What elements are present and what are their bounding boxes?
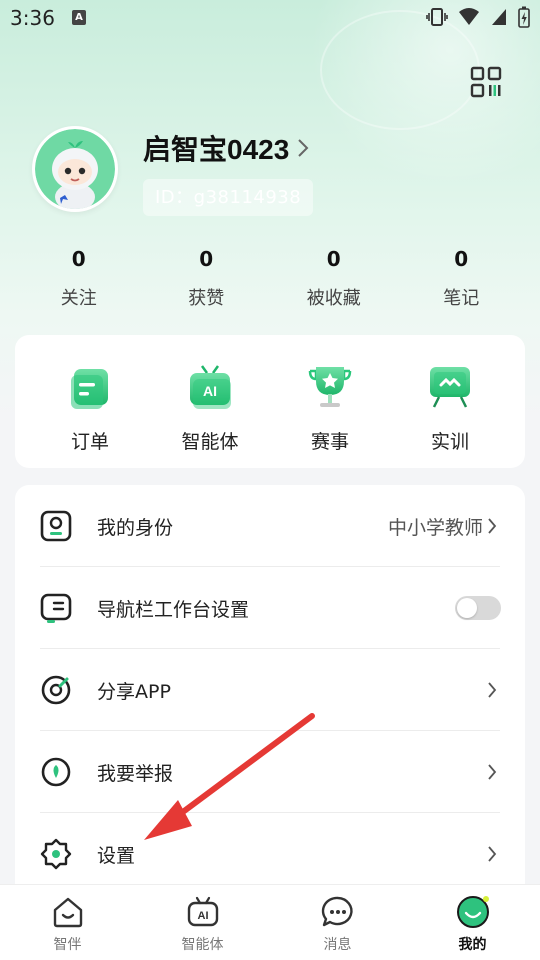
- status-bar: 3:36 A: [0, 0, 540, 36]
- identity-value: 中小学教师: [387, 516, 483, 539]
- qr-code-icon: [470, 66, 502, 98]
- stat-value: 0: [199, 247, 214, 271]
- stat-value: 0: [71, 247, 86, 271]
- stat-favorited[interactable]: 0 被收藏: [270, 244, 398, 310]
- tab-label: 消息: [323, 937, 352, 953]
- user-id-badge[interactable]: ID：g38114938: [143, 179, 314, 216]
- chevron-right-icon: [298, 139, 309, 157]
- stat-value: 0: [454, 247, 469, 271]
- tab-label: 智伴: [53, 937, 82, 953]
- home-smile-icon: [53, 897, 82, 928]
- menu-item-label: 设置: [97, 844, 136, 867]
- training-board-icon: [430, 367, 470, 408]
- order-icon: [71, 369, 108, 409]
- quick-action-label: 实训: [430, 431, 469, 453]
- stat-value: 0: [326, 247, 341, 271]
- bottom-tab-bar: 智伴 AI 智能体 消息 我的: [0, 884, 540, 960]
- battery-icon: [518, 6, 530, 28]
- id-card-icon: [40, 510, 72, 542]
- quick-action-training[interactable]: 实训: [390, 335, 510, 468]
- stat-likes[interactable]: 0 获赞: [143, 244, 271, 310]
- username: 启智宝0423: [143, 134, 290, 165]
- avatar[interactable]: [32, 126, 118, 212]
- wifi-icon: [459, 8, 479, 25]
- menu-item-label: 导航栏工作台设置: [97, 598, 250, 621]
- svg-text:AI: AI: [197, 910, 208, 922]
- tab-label: 智能体: [181, 937, 224, 953]
- notification-icon: A: [72, 10, 86, 25]
- menu-item-identity[interactable]: 我的身份 中小学教师: [15, 485, 525, 567]
- status-time: 3:36: [10, 6, 55, 30]
- chevron-right-icon: [488, 764, 497, 780]
- quick-actions-card: 订单 AI 智能体 赛事 实训: [15, 335, 525, 468]
- stat-label: 笔记: [443, 288, 480, 309]
- gear-icon: [40, 838, 72, 870]
- stat-following[interactable]: 0 关注: [15, 244, 143, 310]
- stat-notes[interactable]: 0 笔记: [398, 244, 526, 310]
- signal-icon: [492, 9, 506, 25]
- svg-text:AI: AI: [203, 383, 217, 399]
- menu-item-settings[interactable]: 设置: [15, 813, 525, 895]
- menu-item-share-app[interactable]: 分享APP: [15, 649, 525, 731]
- robot-mascot-avatar-icon: [35, 129, 115, 209]
- settings-menu-card: 我的身份 中小学教师 导航栏工作台设置 分享APP 我要举报 设置: [15, 485, 525, 905]
- tab-ai-agent[interactable]: AI 智能体: [135, 885, 270, 960]
- tab-messages[interactable]: 消息: [270, 885, 405, 960]
- quick-action-orders[interactable]: 订单: [30, 335, 150, 468]
- menu-item-label: 分享APP: [97, 680, 171, 703]
- toggle-knob: [457, 598, 477, 618]
- quick-action-competitions[interactable]: 赛事: [270, 335, 390, 468]
- menu-item-report[interactable]: 我要举报: [15, 731, 525, 813]
- nav-settings-toggle[interactable]: [455, 596, 501, 620]
- username-row[interactable]: 启智宝0423: [143, 128, 309, 168]
- chevron-right-icon: [488, 846, 497, 862]
- ai-robot-icon: AI: [187, 896, 218, 927]
- stats-row: 0 关注 0 获赞 0 被收藏 0 笔记: [15, 244, 525, 310]
- message-bubble-icon: [321, 896, 353, 927]
- chevron-right-icon: [488, 518, 497, 534]
- trophy-icon: [308, 367, 352, 407]
- tab-zhiban[interactable]: 智伴: [0, 885, 135, 960]
- stat-label: 获赞: [188, 288, 225, 309]
- report-shield-icon: [41, 757, 71, 787]
- nav-workbench-icon: [40, 593, 72, 623]
- stat-label: 关注: [60, 288, 97, 309]
- tab-mine[interactable]: 我的: [405, 885, 540, 960]
- quick-action-label: 智能体: [181, 431, 239, 453]
- ai-agent-icon: AI: [190, 365, 231, 409]
- menu-item-label: 我要举报: [97, 762, 174, 785]
- quick-action-label: 订单: [70, 431, 109, 453]
- menu-item-nav-settings[interactable]: 导航栏工作台设置: [15, 567, 525, 649]
- menu-item-label: 我的身份: [97, 516, 174, 539]
- vibrate-icon: [426, 8, 448, 26]
- share-target-icon: [41, 675, 71, 705]
- tab-label: 我的: [458, 937, 487, 953]
- stat-label: 被收藏: [306, 288, 361, 309]
- qr-code-button[interactable]: [470, 66, 502, 98]
- quick-action-ai-agent[interactable]: AI 智能体: [150, 335, 270, 468]
- profile-avatar-icon: [456, 896, 489, 928]
- quick-action-label: 赛事: [310, 431, 349, 453]
- chevron-right-icon: [488, 682, 497, 698]
